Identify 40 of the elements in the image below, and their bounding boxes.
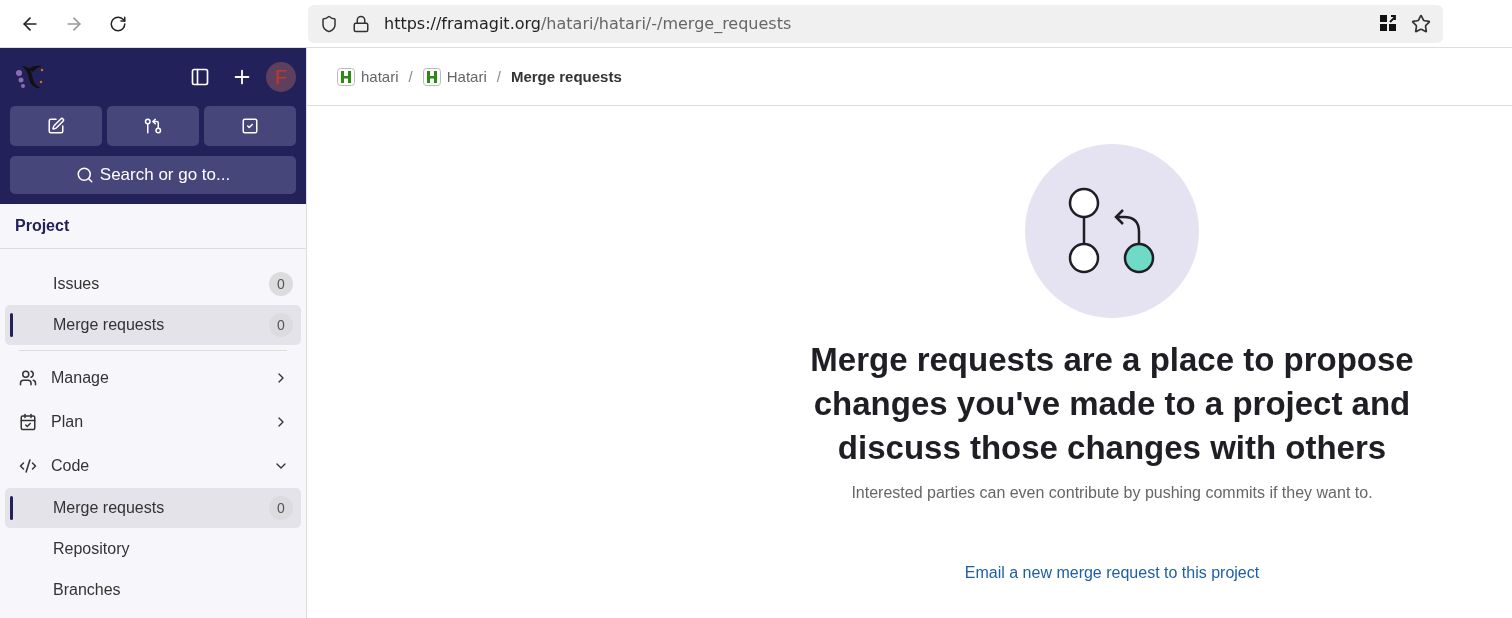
breadcrumb-link[interactable]: hatari xyxy=(337,67,399,86)
address-bar[interactable]: https://framagit.org/hatari/hatari/-/merge_requests xyxy=(308,4,1443,43)
breadcrumb-separator: / xyxy=(408,68,413,85)
checkbox-icon xyxy=(241,117,259,135)
project-avatar-icon xyxy=(337,67,355,86)
nav-section[interactable]: Code xyxy=(5,444,301,487)
lock-icon xyxy=(352,14,370,33)
count-badge: 0 xyxy=(269,496,293,520)
context-title: Project xyxy=(0,204,306,249)
nav-item[interactable]: Branches xyxy=(5,570,301,610)
merge-request-icon xyxy=(144,117,162,135)
pen-square-icon xyxy=(47,117,65,135)
breadcrumb-link[interactable]: Hatari xyxy=(422,67,487,86)
project-avatar-icon xyxy=(422,67,441,86)
panel-icon xyxy=(190,67,210,87)
nav-section[interactable]: Manage xyxy=(5,356,301,399)
shield-icon xyxy=(320,14,338,33)
issues-button[interactable] xyxy=(10,106,102,146)
users-icon xyxy=(19,368,37,387)
nav-item[interactable]: Issues 0 xyxy=(5,264,301,304)
count-badge: 0 xyxy=(269,272,293,296)
search-button[interactable]: Search or go to... xyxy=(10,156,296,194)
calendar-icon xyxy=(19,412,37,431)
search-icon xyxy=(75,166,94,184)
grid-icon xyxy=(1380,15,1397,32)
nav-item[interactable]: Repository xyxy=(5,529,301,569)
empty-state-title: Merge requests are a place to propose changes you've made to a project and discuss those changes with others xyxy=(809,340,1415,468)
count-badge: 0 xyxy=(269,313,293,337)
empty-state-description: Interested parties can even contribute by pushing commits if they want to. xyxy=(851,484,1373,502)
nav-item[interactable]: Merge requests 0 xyxy=(5,305,301,345)
star-icon[interactable] xyxy=(1411,13,1431,34)
merge-requests-button[interactable] xyxy=(107,106,199,146)
nav-section[interactable]: Plan xyxy=(5,400,301,443)
breadcrumb-separator: / xyxy=(496,68,501,85)
code-icon xyxy=(19,456,37,475)
email-merge-request-link[interactable]: Email a new merge request to this project xyxy=(964,564,1260,582)
nav-item[interactable]: Merge requests 0 xyxy=(5,488,301,528)
todo-button[interactable] xyxy=(204,106,296,146)
reload-icon xyxy=(109,14,127,33)
breadcrumb-link[interactable]: Merge requests xyxy=(510,68,622,85)
